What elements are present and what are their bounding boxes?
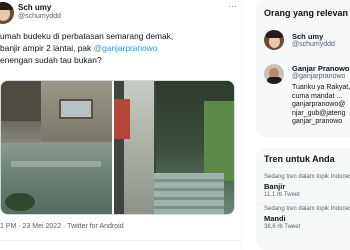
text-segment: umah budeku di perbatasan semarang demak… xyxy=(0,31,174,41)
bio-line: Tuanku ya Rakyat, xyxy=(292,84,350,91)
trend-count: 38,6 rb Tweet xyxy=(264,224,301,230)
photo-stairs xyxy=(154,173,224,214)
divider xyxy=(256,203,350,204)
trend-count: 11,1 rb Tweet xyxy=(264,192,300,198)
relevant-people-card: Orang yang relevan Sch umy @schumyddd Ga… xyxy=(256,0,350,137)
avatar-hair xyxy=(0,2,14,10)
suggested-user-name[interactable]: Ganjar Pranowo xyxy=(292,64,350,73)
author-handle[interactable]: @schumyddd xyxy=(18,13,61,20)
tweet-text-line: banjir ampir 2 lantai, pak @ganjarpranow… xyxy=(0,42,238,54)
trend-name: Mandi xyxy=(264,214,286,223)
suggested-user-handle[interactable]: @ganjarpranowo xyxy=(292,73,345,80)
text-segment: enengan sudah tau bukan? xyxy=(0,55,102,65)
mention-link[interactable]: @ganjarpranowo xyxy=(94,43,158,53)
divider xyxy=(0,240,242,241)
bio-line: ganjarpranowo@ xyxy=(292,101,346,108)
photo-reflection xyxy=(11,161,101,167)
photo-green-wall xyxy=(204,101,234,181)
avatar-hair xyxy=(266,30,283,38)
suggested-user-avatar[interactable] xyxy=(264,30,284,50)
tweet-text-line: enengan sudah tau bukan? xyxy=(0,54,238,66)
trend-name: Banjir xyxy=(264,182,286,191)
photo-red-cloth xyxy=(114,99,130,139)
trends-title: Tren untuk Anda xyxy=(264,154,335,164)
trend-item[interactable]: Sedang tren dalam topik Indonesia Mandi … xyxy=(264,206,350,232)
bio-line: ganjar_pranowo xyxy=(292,118,343,125)
tweet-media[interactable] xyxy=(0,80,235,215)
flood-photo-right[interactable] xyxy=(114,81,234,214)
flood-photo-left[interactable] xyxy=(1,81,112,214)
tweet-text: umah budeku di perbatasan semarang demak… xyxy=(0,30,238,66)
trends-card: Tren untuk Anda Sedang tren dalam topik … xyxy=(256,148,350,250)
tweet-text-line: umah budeku di perbatasan semarang demak… xyxy=(0,30,238,42)
author-avatar[interactable] xyxy=(0,2,14,24)
tweet-detail: Sch umy @schumyddd ··· umah budeku di pe… xyxy=(0,0,242,250)
text-segment: banjir ampir 2 lantai, pak xyxy=(0,43,94,53)
avatar-body xyxy=(267,77,282,84)
suggested-user-handle[interactable]: @schumyddd xyxy=(292,41,335,48)
trend-context: Sedang tren dalam topik Indonesia xyxy=(264,206,350,212)
tweet-timestamp[interactable]: 1 PM · 23 Mei 2022 · Twitter for Android xyxy=(0,223,124,230)
right-sidebar: Orang yang relevan Sch umy @schumyddd Ga… xyxy=(256,0,350,250)
author-name[interactable]: Sch umy xyxy=(18,3,51,12)
bio-line: njar_gub@jateng xyxy=(292,109,346,117)
relevant-people-title: Orang yang relevan xyxy=(264,8,349,18)
bio-line: cuma mandat ... xyxy=(292,92,343,100)
photo-window xyxy=(59,99,93,119)
suggested-user-avatar[interactable] xyxy=(264,64,284,84)
twitter-page: Sch umy @schumyddd ··· umah budeku di pe… xyxy=(0,0,350,250)
photo-plant xyxy=(5,193,35,211)
suggested-user-bio: Tuanku ya Rakyat, cuma mandat ... ganjar… xyxy=(292,84,350,127)
trend-context: Sedang tren dalam topik Indonesia xyxy=(264,174,350,180)
suggested-user-name[interactable]: Sch umy xyxy=(292,32,323,41)
trend-item[interactable]: Sedang tren dalam topik Indonesia Banjir… xyxy=(264,174,350,200)
more-dots-icon[interactable]: ··· xyxy=(228,2,238,11)
